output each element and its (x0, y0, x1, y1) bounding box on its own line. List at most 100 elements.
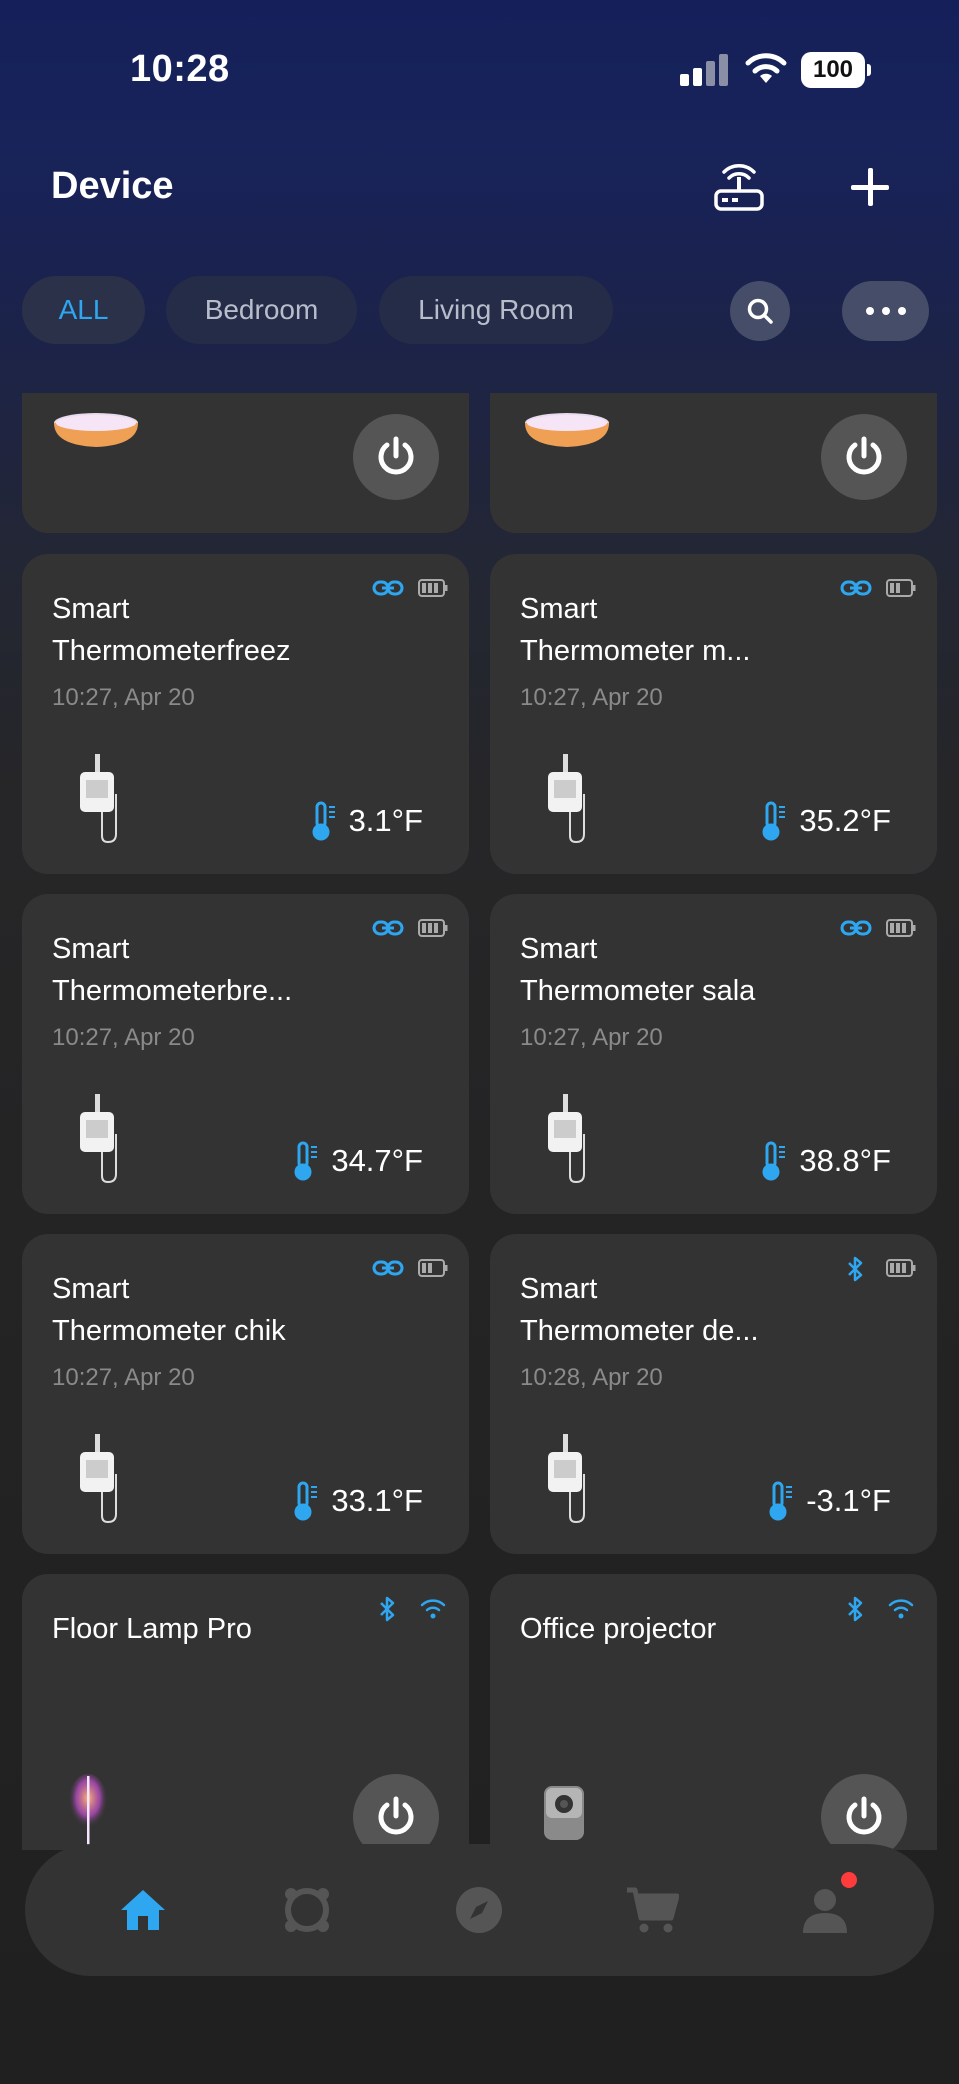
device-update-time: 10:27, Apr 20 (52, 684, 195, 711)
cellular-signal-icon (680, 54, 728, 86)
battery-icon (418, 919, 448, 937)
thermometer-device-icon (548, 754, 585, 844)
projector-icon (544, 1786, 584, 1840)
power-icon (378, 1796, 414, 1835)
status-time: 10:28 (130, 48, 230, 90)
battery-icon (886, 919, 916, 937)
tab-all[interactable]: ALL (22, 276, 145, 344)
device-name: Smart Thermometer de... (520, 1273, 759, 1347)
thermometer-device-icon (80, 754, 117, 844)
device-name: Office projector (520, 1613, 717, 1645)
tab-label: Bedroom (204, 294, 319, 325)
power-button[interactable] (353, 1774, 439, 1850)
device-name: Smart Thermometerfreez (52, 593, 291, 667)
temperature-value: 35.2°F (799, 803, 891, 838)
device-card-projector[interactable]: Office projector (490, 1574, 937, 1850)
device-name: Floor Lamp Pro (52, 1613, 252, 1645)
battery-icon (418, 579, 448, 597)
device-update-time: 10:27, Apr 20 (520, 1024, 663, 1051)
nav-discover[interactable] (449, 1880, 509, 1940)
floor-lamp-icon (68, 1774, 108, 1850)
temperature-reading: 33.1°F (293, 1481, 423, 1521)
temperature-icon (762, 1141, 786, 1181)
device-card-thermometer[interactable]: Smart Thermometer de... 10:28, Apr 20 -3… (490, 1234, 937, 1554)
power-button[interactable] (821, 414, 907, 500)
more-button[interactable] (842, 281, 929, 341)
tab-label: ALL (58, 294, 109, 325)
device-name: Smart Thermometer sala (520, 933, 756, 1007)
temperature-reading: -3.1°F (768, 1481, 891, 1521)
thermometer-device-icon (80, 1094, 117, 1184)
power-icon (378, 436, 414, 475)
device-update-time: 10:28, Apr 20 (520, 1364, 663, 1391)
shop-icon (627, 1887, 679, 1933)
device-update-time: 10:27, Apr 20 (520, 684, 663, 711)
device-card-floor-lamp[interactable]: Floor Lamp Pro (22, 1574, 469, 1850)
scenes-icon (285, 1888, 329, 1932)
temperature-icon (294, 1141, 318, 1181)
nav-profile[interactable] (795, 1872, 857, 1940)
device-card-thermometer[interactable]: Smart Thermometer chik 10:27, Apr 20 33.… (22, 1234, 469, 1554)
add-device-button[interactable] (846, 163, 896, 213)
power-icon (846, 1796, 882, 1835)
search-button[interactable] (730, 281, 790, 341)
tab-bedroom[interactable]: Bedroom (166, 276, 357, 344)
device-card-thermometer[interactable]: Smart Thermometerbre... 10:27, Apr 20 34… (22, 894, 469, 1214)
status-bar: 10:28 100 (0, 0, 959, 140)
bottom-navigation (25, 1844, 934, 1976)
more-icon (865, 307, 906, 315)
temperature-icon (312, 801, 335, 841)
device-card-thermometer[interactable]: Smart Thermometerfreez 10:27, Apr 20 3.1… (22, 554, 469, 874)
tab-living-room[interactable]: Living Room (379, 276, 613, 344)
nav-scenes[interactable] (277, 1880, 337, 1940)
thermometer-device-icon (548, 1434, 585, 1524)
gateway-icon[interactable] (712, 160, 766, 214)
temperature-value: 38.8°F (799, 1143, 891, 1178)
wifi-icon (888, 1599, 914, 1619)
temperature-icon (762, 801, 786, 841)
power-button[interactable] (821, 1774, 907, 1850)
wifi-icon (420, 1599, 446, 1619)
search-icon (747, 298, 773, 324)
power-icon (846, 436, 882, 475)
battery-level: 100 (812, 56, 854, 83)
notification-badge (841, 1872, 857, 1888)
nav-home[interactable] (113, 1880, 173, 1940)
ceiling-lamp-icon (525, 413, 609, 447)
device-grid[interactable]: Smart Thermometerfreez 10:27, Apr 20 3.1… (0, 393, 959, 1850)
temperature-reading: 3.1°F (311, 801, 423, 841)
temperature-icon (769, 1481, 793, 1521)
power-button[interactable] (353, 414, 439, 500)
wifi-status-icon (745, 53, 787, 83)
device-name: Smart Thermometer chik (52, 1273, 286, 1347)
nav-shop[interactable] (622, 1880, 682, 1940)
battery-icon: 100 (801, 52, 871, 88)
temperature-value: 3.1°F (348, 803, 423, 838)
thermometer-device-icon (80, 1434, 117, 1524)
page-title: Device (51, 165, 174, 207)
discover-icon (456, 1887, 502, 1933)
battery-icon (418, 1259, 448, 1277)
battery-icon (886, 1259, 916, 1277)
home-icon (121, 1890, 165, 1930)
device-name: Smart Thermometer m... (520, 593, 751, 667)
thermometer-device-icon (548, 1094, 585, 1184)
device-update-time: 10:27, Apr 20 (52, 1364, 195, 1391)
battery-icon (886, 579, 916, 597)
device-card-ceiling-lamp[interactable] (22, 393, 469, 533)
temperature-value: 34.7°F (331, 1143, 423, 1178)
temperature-reading: 38.8°F (761, 1141, 891, 1181)
profile-icon (803, 1889, 847, 1933)
temperature-reading: 35.2°F (761, 801, 891, 841)
tab-label: Living Room (418, 294, 574, 325)
temperature-reading: 34.7°F (293, 1141, 423, 1181)
device-name: Smart Thermometerbre... (52, 933, 293, 1007)
device-update-time: 10:27, Apr 20 (52, 1024, 195, 1051)
temperature-value: 33.1°F (331, 1483, 423, 1518)
temperature-value: -3.1°F (806, 1483, 891, 1518)
device-card-thermometer[interactable]: Smart Thermometer sala 10:27, Apr 20 38.… (490, 894, 937, 1214)
device-card-ceiling-lamp[interactable] (490, 393, 937, 533)
device-card-thermometer[interactable]: Smart Thermometer m... 10:27, Apr 20 35.… (490, 554, 937, 874)
temperature-icon (294, 1481, 318, 1521)
ceiling-lamp-icon (54, 413, 138, 447)
